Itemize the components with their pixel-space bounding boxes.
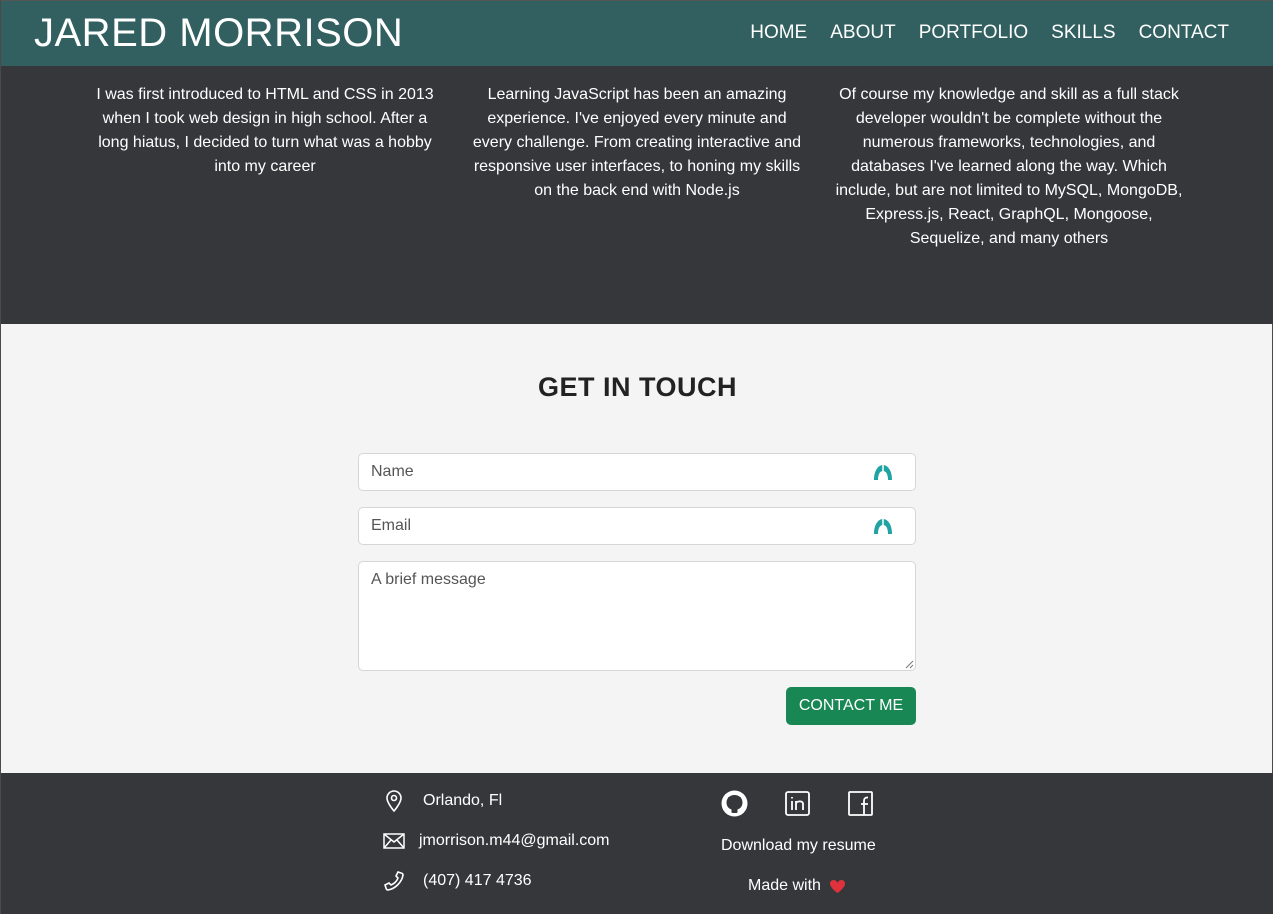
made-with-line: Made with [748, 877, 846, 895]
nav-about[interactable]: ABOUT [830, 22, 895, 44]
heart-icon [829, 879, 845, 893]
autofill-icon[interactable] [873, 517, 893, 535]
resize-grip-icon[interactable] [904, 659, 914, 669]
phone-row: (407) 417 4736 [382, 869, 532, 893]
download-resume-link[interactable]: Download my resume [721, 837, 876, 855]
nav-home[interactable]: HOME [750, 22, 807, 44]
contact-me-button[interactable]: CONTACT ME [786, 687, 916, 725]
nav-skills[interactable]: SKILLS [1051, 22, 1115, 44]
phone-text: (407) 417 4736 [423, 872, 532, 889]
main-nav: HOME ABOUT PORTFOLIO SKILLS CONTACT [750, 22, 1229, 44]
email-text[interactable]: jmorrison.m44@gmail.com [419, 832, 610, 850]
contact-heading: GET IN TOUCH [537, 372, 737, 402]
nav-portfolio[interactable]: PORTFOLIO [919, 22, 1028, 44]
about-section: I was first introduced to HTML and CSS i… [1, 66, 1273, 324]
about-fullstack-text: Of course my knowledge and skill as a fu… [835, 86, 1183, 247]
about-javascript-text: Learning JavaScript has been an amazing … [472, 86, 802, 199]
site-header: JARED MORRISON HOME ABOUT PORTFOLIO SKIL… [1, 0, 1273, 66]
name-field [358, 453, 916, 491]
message-textarea[interactable] [358, 561, 916, 671]
github-icon[interactable] [721, 790, 748, 817]
email-row: jmorrison.m44@gmail.com [382, 829, 610, 853]
linkedin-icon[interactable] [784, 790, 811, 817]
email-field [358, 507, 916, 545]
telephone-icon [384, 871, 404, 891]
geo-pin-icon [386, 790, 402, 813]
name-input[interactable] [359, 454, 915, 490]
about-html-css-text: I was first introduced to HTML and CSS i… [96, 86, 434, 175]
location-row: Orlando, Fl [382, 789, 502, 813]
autofill-icon[interactable] [873, 463, 893, 481]
envelope-icon [383, 833, 405, 849]
location-text: Orlando, Fl [423, 792, 503, 809]
site-footer: Orlando, Fl jmorrison.m44@gmail.com (407… [1, 773, 1273, 914]
brand-name[interactable]: JARED MORRISON [34, 11, 403, 56]
social-links [721, 790, 874, 817]
made-with-text: Made with [748, 877, 821, 894]
nav-contact[interactable]: CONTACT [1139, 22, 1229, 44]
facebook-icon[interactable] [847, 790, 874, 817]
email-input[interactable] [359, 508, 915, 544]
